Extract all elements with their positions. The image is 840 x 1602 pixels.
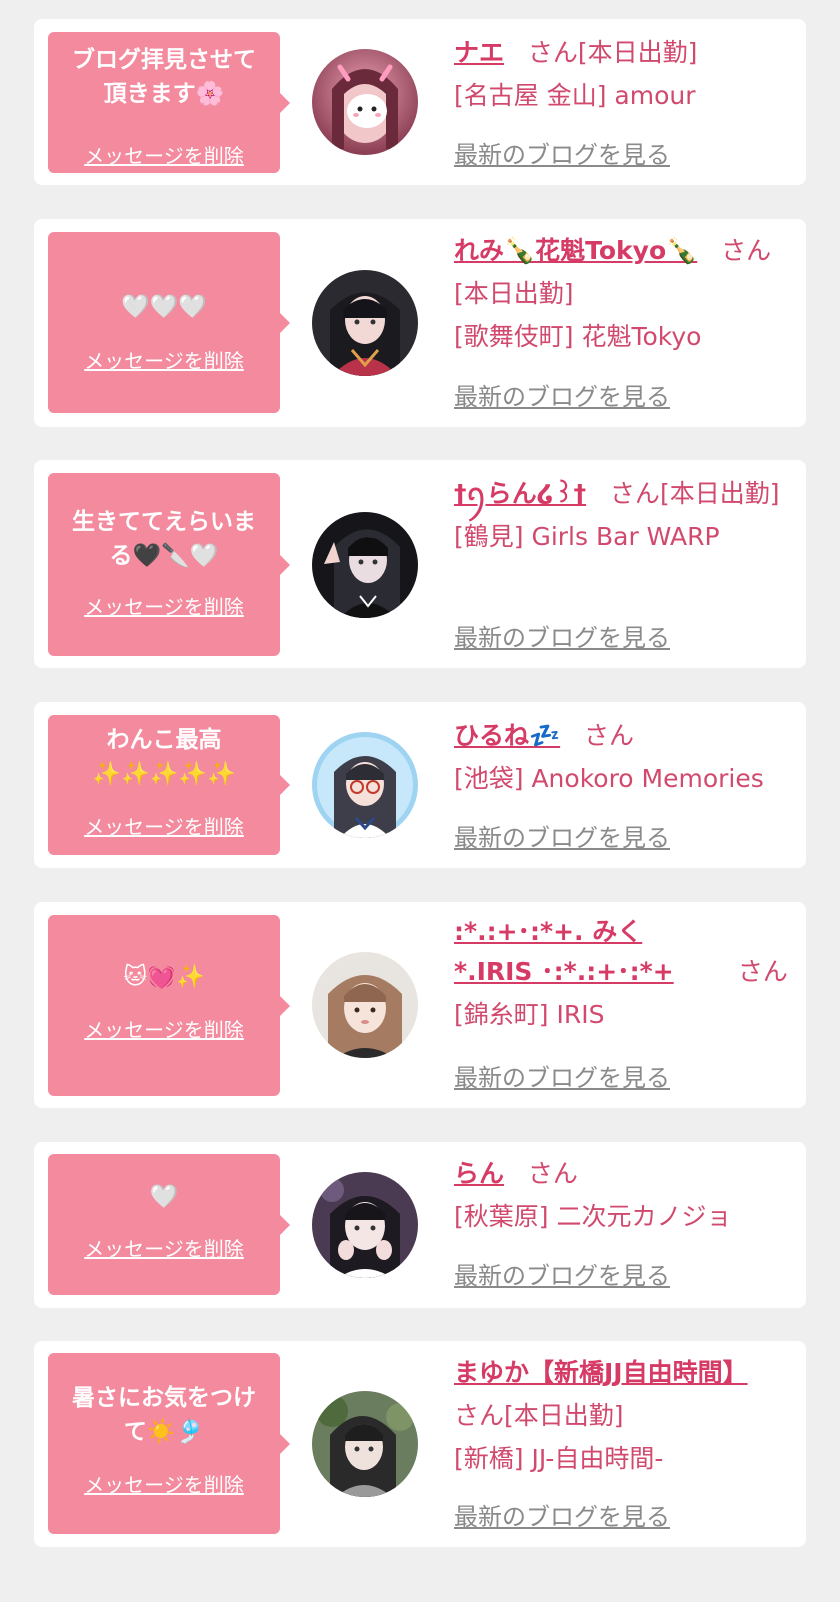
girl-info: れみ🍾花魁Tokyo🍾 さん [本日出勤] [歌舞伎町] 花魁Tokyo bbox=[454, 229, 794, 358]
message-card: ブログ拝見させて 頂きます🌸 メッセージを削除 ナエ さん[本日出勤] [名古屋… bbox=[34, 19, 806, 185]
girl-info: ひるね💤 さん [池袋] Anokoro Memories bbox=[454, 714, 794, 800]
delete-message-link[interactable]: メッセージを削除 bbox=[48, 1018, 280, 1042]
shop-label: [錦糸町] IRIS bbox=[454, 1000, 605, 1029]
shop-label: [鶴見] Girls Bar WARP bbox=[454, 522, 720, 551]
shop-label: [秋葉原] 二次元カノジョ bbox=[454, 1202, 732, 1231]
message-card: 暑さにお気をつけ て☀️🎐 メッセージを削除 まゆか【新橋JJ自由時間】 さん[本… bbox=[34, 1341, 806, 1547]
working-today-badge: [本日出勤] bbox=[504, 1401, 624, 1430]
girl-name-link[interactable]: :*.:+･:*+. みく*.IRIS ･:*.:+･:*+ bbox=[454, 912, 714, 992]
shop-label: [名古屋 金山] amour bbox=[454, 81, 696, 110]
avatar[interactable] bbox=[312, 512, 418, 618]
view-latest-blog-link[interactable]: 最新のブログを見る bbox=[454, 377, 670, 412]
message-bubble: わんこ最高 ✨✨✨✨✨ メッセージを削除 bbox=[48, 715, 290, 855]
view-latest-blog-link[interactable]: 最新のブログを見る bbox=[454, 618, 670, 653]
honorific: さん bbox=[721, 236, 772, 265]
working-today-badge: [本日出勤] bbox=[659, 479, 780, 508]
message-bubble: ブログ拝見させて 頂きます🌸 メッセージを削除 bbox=[48, 32, 290, 173]
message-card: 🤍 メッセージを削除 らん さん [秋葉原] 二次元カノジョ 最新のブログを見る bbox=[34, 1142, 806, 1308]
honorific: さん bbox=[527, 1159, 578, 1188]
girl-name-link[interactable]: らん bbox=[454, 1159, 504, 1188]
view-latest-blog-link[interactable]: 最新のブログを見る bbox=[454, 1256, 670, 1291]
shop-label: [池袋] Anokoro Memories bbox=[454, 764, 764, 793]
message-card: わんこ最高 ✨✨✨✨✨ メッセージを削除 ひるね💤 さん [池袋] Anokor… bbox=[34, 702, 806, 868]
shop-label: [歌舞伎町] 花魁Tokyo bbox=[454, 322, 702, 351]
message-text: わんこ最高 ✨✨✨✨✨ bbox=[92, 727, 236, 787]
honorific: さん bbox=[583, 721, 634, 750]
avatar[interactable] bbox=[312, 270, 418, 376]
delete-message-link[interactable]: メッセージを削除 bbox=[48, 144, 280, 168]
view-latest-blog-link[interactable]: 最新のブログを見る bbox=[454, 1058, 670, 1093]
message-text: ブログ拝見させて 頂きます🌸 bbox=[72, 47, 256, 107]
avatar[interactable] bbox=[312, 1172, 418, 1278]
message-card: 🤍🤍🤍 メッセージを削除 れみ🍾花魁Tokyo🍾 さん [本日出勤] [歌舞伎町]… bbox=[34, 219, 806, 427]
delete-message-link[interactable]: メッセージを削除 bbox=[48, 595, 280, 619]
view-latest-blog-link[interactable]: 最新のブログを見る bbox=[454, 135, 670, 170]
message-bubble: 生きててえらいま る🖤🔪🤍 メッセージを削除 bbox=[48, 473, 290, 656]
delete-message-link[interactable]: メッセージを削除 bbox=[48, 1473, 280, 1497]
shop-label: [新橋] JJ-自由時間- bbox=[454, 1444, 664, 1473]
message-bubble: 暑さにお気をつけ て☀️🎐 メッセージを削除 bbox=[48, 1353, 290, 1534]
message-list: ブログ拝見させて 頂きます🌸 メッセージを削除 ナエ さん[本日出勤] [名古屋… bbox=[0, 0, 840, 1602]
girl-name-link[interactable]: れみ🍾花魁Tokyo🍾 bbox=[454, 236, 697, 265]
avatar[interactable] bbox=[312, 952, 418, 1058]
message-text: 暑さにお気をつけ て☀️🎐 bbox=[72, 1385, 256, 1445]
message-card: 生きててえらいま る🖤🔪🤍 メッセージを削除 †ꪆらん໒꒱† さん[本日出勤] … bbox=[34, 460, 806, 668]
message-text: 🤍 bbox=[149, 1184, 179, 1210]
girl-info: :*.:+･:*+. みく*.IRIS ･:*.:+･:*+ さん [錦糸町] … bbox=[454, 912, 794, 1036]
working-today-badge: [本日出勤] bbox=[577, 38, 698, 67]
girl-info: らん さん [秋葉原] 二次元カノジョ bbox=[454, 1152, 794, 1238]
avatar[interactable] bbox=[312, 49, 418, 155]
honorific: さん bbox=[609, 479, 660, 508]
working-today-badge: [本日出勤] bbox=[454, 279, 574, 308]
message-bubble: 🤍 メッセージを削除 bbox=[48, 1154, 290, 1295]
view-latest-blog-link[interactable]: 最新のブログを見る bbox=[454, 1497, 670, 1532]
avatar[interactable] bbox=[312, 732, 418, 838]
message-card: 🐱💓✨ メッセージを削除 :*.:+･:*+. みく*.IRIS ･:*.:+･… bbox=[34, 902, 806, 1108]
girl-name-link[interactable]: ひるね💤 bbox=[454, 721, 560, 750]
honorific: さん bbox=[527, 38, 578, 67]
girl-name-link[interactable]: †ꪆらん໒꒱† bbox=[454, 479, 586, 508]
girl-info: まゆか【新橋JJ自由時間】 さん[本日出勤] [新橋] JJ-自由時間- bbox=[454, 1351, 794, 1480]
delete-message-link[interactable]: メッセージを削除 bbox=[48, 815, 280, 839]
message-text: 生きててえらいま る🖤🔪🤍 bbox=[72, 509, 256, 569]
honorific: さん bbox=[737, 957, 788, 986]
message-text: 🐱💓✨ bbox=[123, 964, 205, 990]
delete-message-link[interactable]: メッセージを削除 bbox=[48, 1237, 280, 1261]
message-bubble: 🐱💓✨ メッセージを削除 bbox=[48, 915, 290, 1096]
message-bubble: 🤍🤍🤍 メッセージを削除 bbox=[48, 232, 290, 413]
girl-info: ナエ さん[本日出勤] [名古屋 金山] amour bbox=[454, 31, 794, 117]
honorific: さん bbox=[454, 1401, 505, 1430]
view-latest-blog-link[interactable]: 最新のブログを見る bbox=[454, 818, 670, 853]
avatar[interactable] bbox=[312, 1391, 418, 1497]
message-text: 🤍🤍🤍 bbox=[121, 294, 207, 320]
girl-name-link[interactable]: まゆか【新橋JJ自由時間】 bbox=[454, 1358, 748, 1387]
girl-name-link[interactable]: ナエ bbox=[454, 38, 504, 67]
delete-message-link[interactable]: メッセージを削除 bbox=[48, 349, 280, 373]
girl-info: †ꪆらん໒꒱† さん[本日出勤] [鶴見] Girls Bar WARP bbox=[454, 472, 794, 558]
